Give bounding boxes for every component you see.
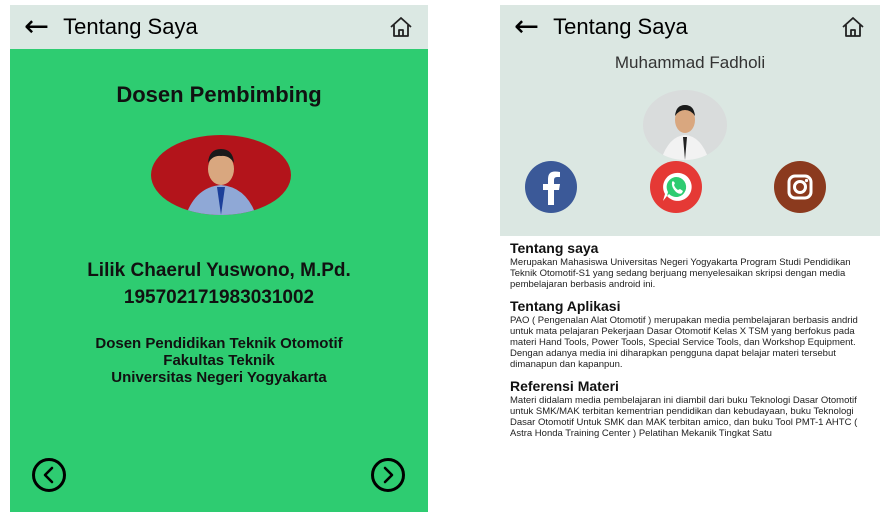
app-bar: ← Tentang Saya — [10, 5, 428, 49]
profile-header: ← Tentang Saya Muhammad Fadholi — [500, 5, 880, 236]
next-button[interactable] — [371, 458, 405, 492]
page-heading: Dosen Pembimbing — [116, 82, 322, 107]
instagram-icon — [787, 174, 813, 200]
app-bar-title: Tentang Saya — [553, 14, 688, 39]
section-body-about-me: Merupakan Mahasiswa Universitas Negeri Y… — [510, 257, 851, 290]
chevron-left-circle-icon — [43, 466, 54, 484]
affiliation-line: Universitas Negeri Yogyakarta — [111, 369, 327, 386]
previous-button[interactable] — [32, 458, 66, 492]
about-screen: ← Tentang Saya Muhammad Fadholi Tentang … — [500, 5, 880, 513]
chevron-right-circle-icon — [383, 466, 394, 484]
app-bar-title: Tentang Saya — [63, 14, 198, 39]
affiliation-line: Fakultas Teknik — [163, 352, 275, 369]
arrow-left-icon[interactable]: ← — [514, 12, 539, 42]
facebook-icon — [543, 171, 560, 205]
lecturer-affiliation: Dosen Pendidikan Teknik Otomotif Fakulta… — [10, 335, 428, 386]
home-icon[interactable] — [840, 14, 866, 40]
app-bar: ← Tentang Saya — [500, 5, 880, 49]
whatsapp-icon — [663, 172, 692, 201]
section-body-references: Materi didalam media pembelajaran ini di… — [510, 395, 858, 439]
arrow-left-icon[interactable]: ← — [24, 12, 49, 42]
lecturer-nip: 195702171983031002 — [123, 287, 315, 308]
lecturer-name: Lilik Chaerul Yuswono, M.Pd. — [87, 260, 351, 281]
whatsapp-button[interactable] — [650, 161, 702, 213]
facebook-button[interactable] — [525, 161, 577, 213]
section-title-references: Referensi Materi — [510, 378, 619, 394]
instagram-button[interactable] — [774, 161, 826, 213]
lecturer-screen: ← Tentang Saya Dosen Pembimbing Lilik Ch… — [10, 5, 428, 512]
lecturer-photo — [151, 135, 291, 215]
section-title-about-app: Tentang Aplikasi — [510, 298, 621, 314]
home-icon[interactable] — [388, 14, 414, 40]
owner-name: Muhammad Fadholi — [614, 53, 766, 72]
section-body-about-app: PAO ( Pengenalan Alat Otomotif ) merupak… — [510, 315, 858, 370]
about-content: Tentang saya Merupakan Mahasiswa Univers… — [500, 236, 880, 439]
affiliation-line: Dosen Pendidikan Teknik Otomotif — [95, 335, 343, 352]
section-title-about-me: Tentang saya — [510, 240, 599, 256]
owner-photo — [643, 90, 727, 160]
